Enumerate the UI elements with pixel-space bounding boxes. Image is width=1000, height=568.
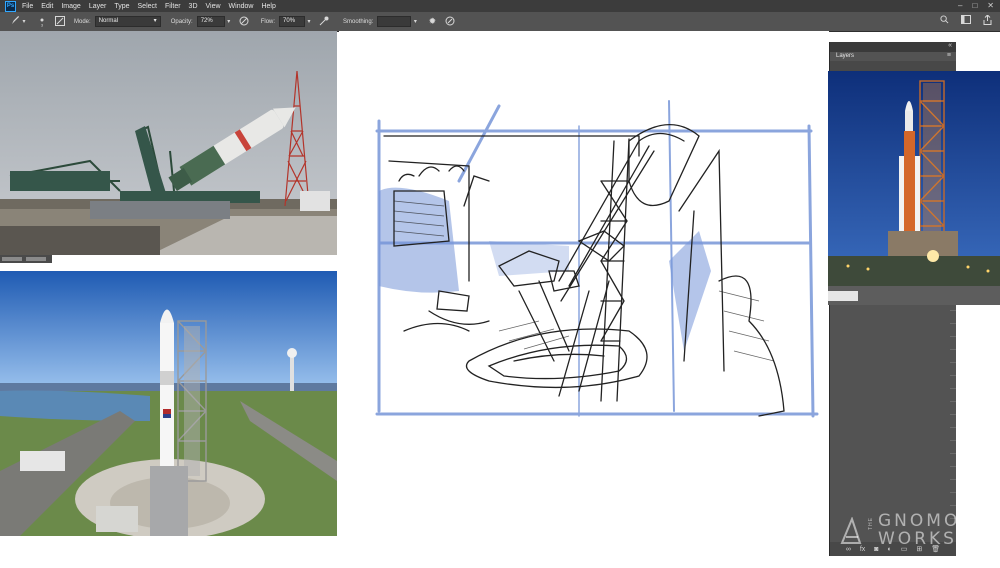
smoothing-field[interactable] [377, 16, 412, 27]
menu-layer[interactable]: Layer [89, 3, 107, 10]
maximize-icon[interactable]: □ [972, 1, 977, 10]
layer-list-edge [950, 297, 956, 527]
menu-file[interactable]: File [22, 3, 33, 10]
airbrush-icon[interactable] [317, 16, 331, 28]
tab-strip [0, 255, 52, 263]
gear-icon[interactable]: ✹ [425, 16, 439, 27]
flow-label: Flow: [260, 18, 276, 25]
close-icon[interactable]: ✕ [987, 1, 994, 10]
chevron-down-icon[interactable]: ▾ [20, 18, 28, 25]
menu-3d[interactable]: 3D [189, 3, 198, 10]
pressure-size-icon[interactable] [443, 16, 457, 28]
share-icon[interactable] [983, 14, 992, 27]
menu-select[interactable]: Select [138, 3, 157, 10]
watermark-the: THE [868, 517, 874, 530]
watermark-line2: WORKSHOP [878, 529, 1000, 549]
workspace-icon[interactable] [961, 15, 971, 27]
double-chevron-icon[interactable]: « [948, 42, 952, 49]
panel-header[interactable]: « [830, 42, 956, 52]
minimize-icon[interactable]: – [958, 1, 962, 10]
search-icon[interactable] [940, 15, 949, 27]
layer-filter-bar[interactable] [830, 61, 956, 71]
menu-view[interactable]: View [206, 3, 221, 10]
opacity-field[interactable]: 72% [196, 16, 225, 27]
opacity-label: Opacity: [170, 18, 193, 25]
flow-value: 70% [283, 18, 296, 24]
menu-bar: Ps File Edit Image Layer Type Select Fil… [0, 0, 1000, 12]
sketch-artwork [375, 100, 819, 418]
brush-icon[interactable] [10, 16, 20, 27]
opacity-value: 72% [200, 18, 213, 24]
brush-panel-icon[interactable] [54, 15, 66, 28]
smoothing-label: Smoothing: [343, 18, 374, 25]
menu-edit[interactable]: Edit [41, 3, 53, 10]
menu-filter[interactable]: Filter [165, 3, 181, 10]
reference-photo-sls[interactable] [828, 71, 1000, 305]
flow-field[interactable]: 70% [279, 16, 306, 27]
photoshop-logo: Ps [5, 0, 16, 12]
tab-layers[interactable]: Layers [830, 52, 886, 61]
reference-photo-antares[interactable] [0, 271, 337, 536]
options-bar: ▾ 3 Mode: Normal ▾ Opacity: 72% ▾ Flow: … [0, 12, 1000, 32]
right-tools [940, 14, 992, 27]
mode-select[interactable]: Normal ▾ [94, 16, 161, 27]
watermark-line1: GNOMON [878, 511, 977, 531]
tab-thumb[interactable] [2, 257, 22, 261]
mode-label: Mode: [74, 18, 91, 25]
tab-thumb[interactable] [26, 257, 46, 261]
gnomon-workshop-watermark: THE GNOMON WORKSHOP [838, 511, 1000, 555]
mode-value: Normal [98, 18, 119, 24]
menu-type[interactable]: Type [114, 3, 129, 10]
chevron-down-icon[interactable]: ▾ [305, 18, 313, 25]
window-controls: – □ ✕ [958, 1, 994, 10]
chevron-down-icon[interactable]: ▾ [411, 18, 419, 25]
document-canvas[interactable] [339, 31, 829, 563]
pressure-opacity-icon[interactable] [237, 16, 251, 28]
svg-text:3: 3 [41, 22, 44, 27]
panel-menu-icon[interactable]: ≡ [947, 52, 951, 59]
gnomon-logo-icon [840, 517, 862, 544]
chevron-down-icon[interactable]: ▾ [225, 18, 233, 25]
brush-size-preview-icon[interactable]: 3 [34, 15, 50, 29]
menu-window[interactable]: Window [229, 3, 254, 10]
menu-image[interactable]: Image [61, 3, 80, 10]
chevron-down-icon: ▾ [153, 18, 157, 24]
menu-help[interactable]: Help [261, 3, 275, 10]
reference-photo-soyuz[interactable] [0, 31, 337, 255]
